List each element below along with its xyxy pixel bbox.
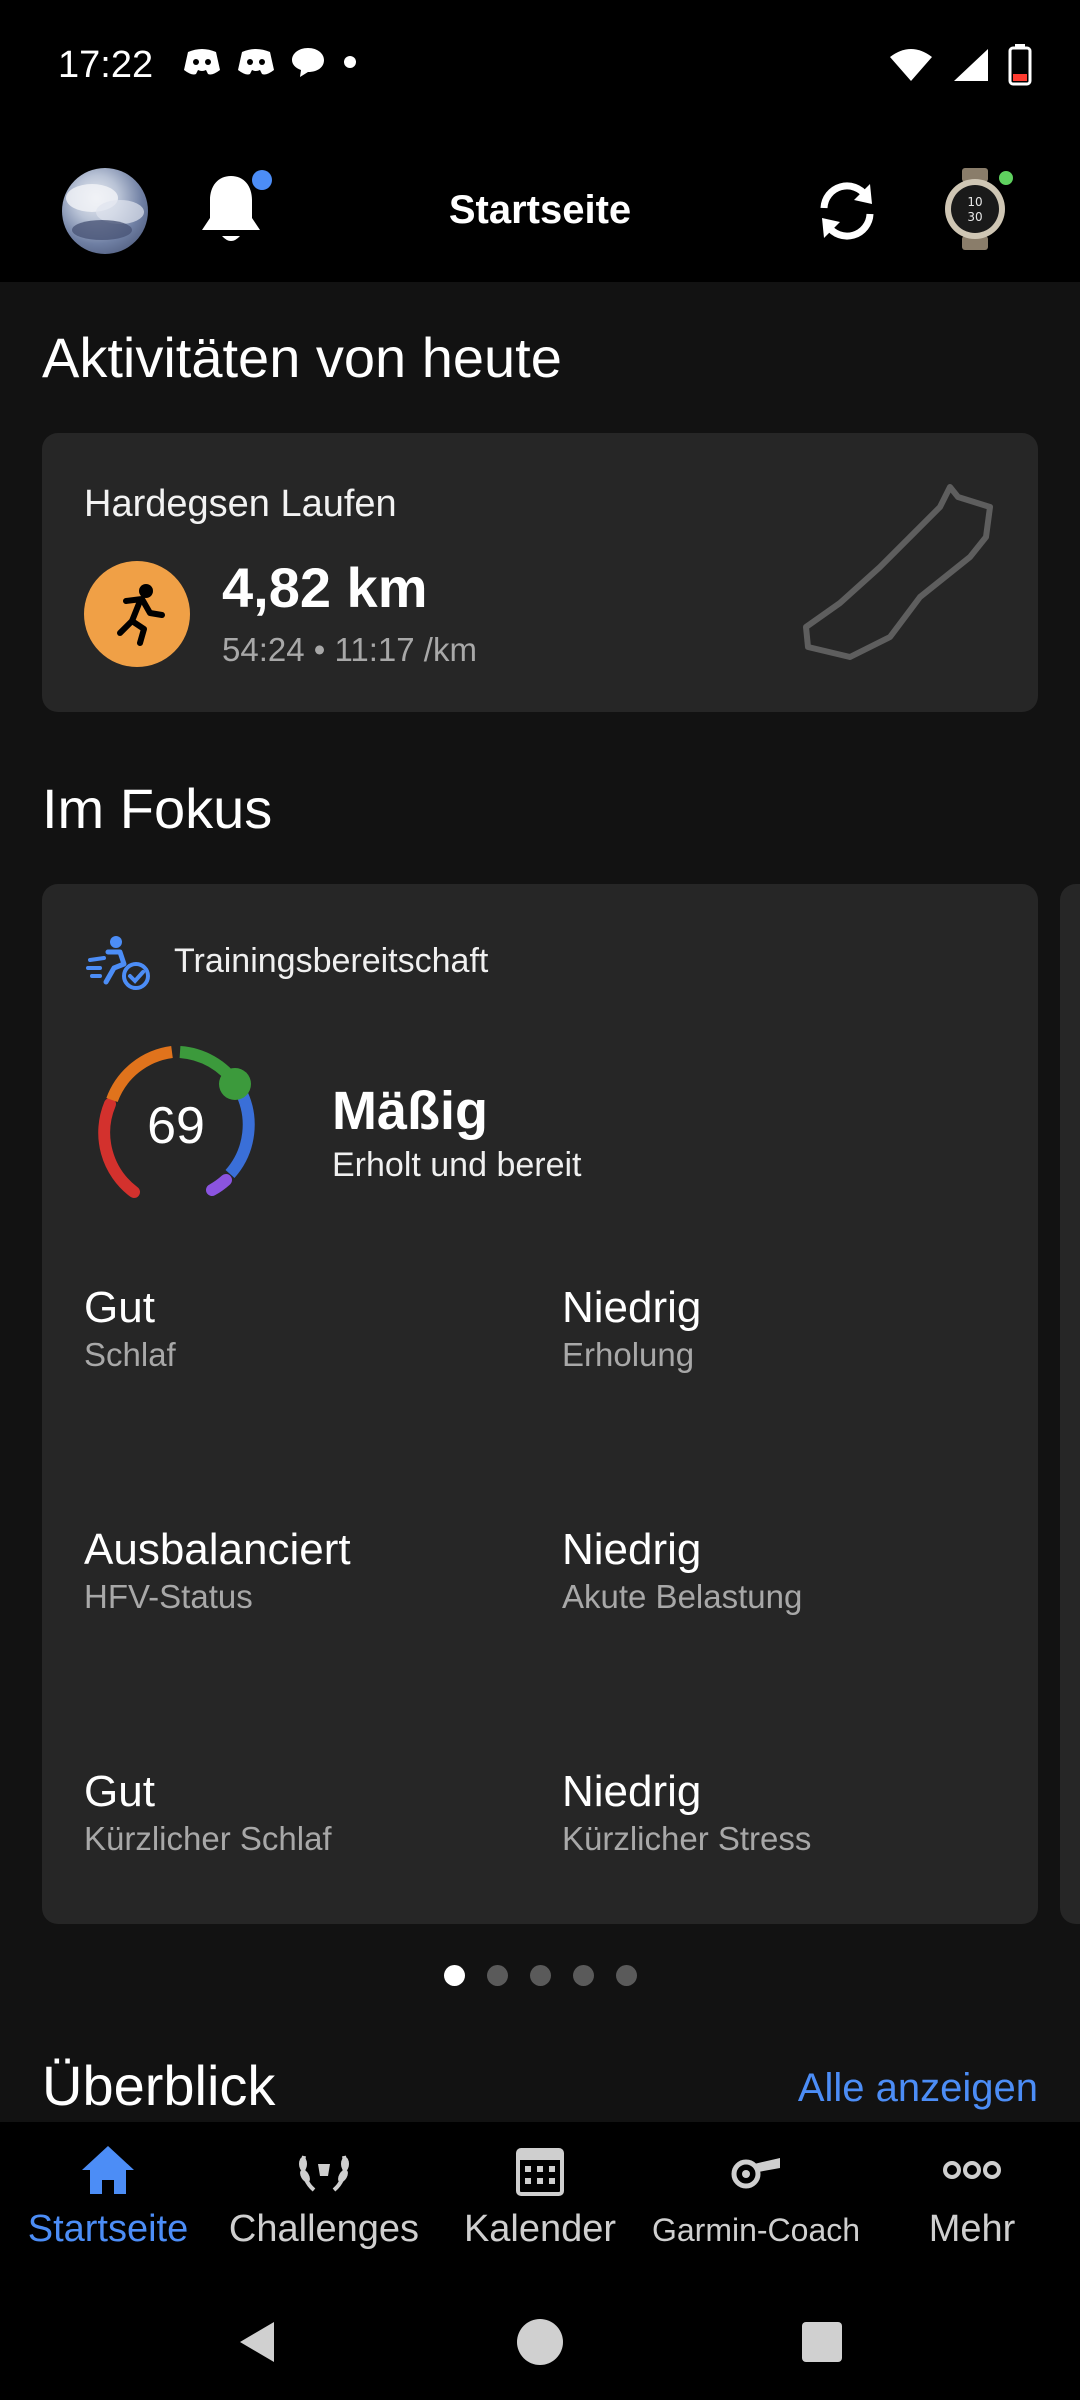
- recents-icon[interactable]: [792, 2312, 852, 2372]
- readiness-score: 69: [147, 1097, 205, 1155]
- card-title: Trainingsbereitschaft: [174, 942, 489, 980]
- section-title-focus: Im Fokus: [42, 777, 273, 840]
- calendar-icon: [516, 2148, 564, 2196]
- metric-recent-sleep: Gut Kürzlicher Schlaf: [84, 1767, 504, 1858]
- metric-value: Gut: [84, 1283, 155, 1332]
- home-icon: [82, 2146, 134, 2194]
- metric-label: Schlaf: [84, 1336, 176, 1374]
- pager-dot[interactable]: [615, 1965, 637, 1986]
- nav-label: Garmin-Coach: [651, 2212, 861, 2248]
- training-readiness-icon: [86, 936, 150, 990]
- device-connected-dot: [996, 168, 1016, 188]
- pager-dot[interactable]: [529, 1965, 551, 1986]
- chat-bubble-icon: [292, 48, 324, 77]
- pager-dot[interactable]: [443, 1965, 465, 1986]
- nav-item-challenges[interactable]: Challenges: [216, 2122, 432, 2280]
- metric-label: Akute Belastung: [562, 1578, 803, 1616]
- status-bar: 17:22: [0, 0, 1080, 134]
- sync-icon[interactable]: [810, 174, 884, 248]
- bottom-nav: Startseite Challenges Kalender Garmin-Co…: [0, 2122, 1080, 2280]
- back-icon[interactable]: [228, 2312, 288, 2372]
- pager-dot[interactable]: [572, 1965, 594, 1986]
- nav-item-garmin-coach[interactable]: Garmin-Coach: [648, 2122, 864, 2280]
- pager-dot[interactable]: [486, 1965, 508, 1986]
- running-icon: [84, 561, 190, 667]
- more-notifications-dot: [344, 56, 356, 68]
- metric-recent-stress: Niedrig Kürzlicher Stress: [562, 1767, 982, 1858]
- metric-hrv-status: Ausbalanciert HFV-Status: [84, 1525, 504, 1616]
- metric-value: Gut: [84, 1767, 155, 1816]
- app-header: Startseite 10 30: [0, 134, 1080, 282]
- wifi-icon: [890, 49, 932, 81]
- home-circle-icon[interactable]: [510, 2312, 570, 2372]
- nav-item-calendar[interactable]: Kalender: [432, 2122, 648, 2280]
- nav-label: Mehr: [928, 2208, 1016, 2250]
- nav-item-home[interactable]: Startseite: [0, 2122, 216, 2280]
- activity-meta: 54:24 • 11:17 /km: [222, 631, 477, 668]
- activity-name: Hardegsen Laufen: [84, 483, 397, 525]
- page-title: Startseite: [448, 188, 632, 232]
- activity-distance: 4,82 km: [222, 556, 428, 619]
- nav-label: Challenges: [228, 2208, 420, 2250]
- metric-recovery: Niedrig Erholung: [562, 1283, 982, 1374]
- nav-item-more[interactable]: Mehr: [864, 2122, 1080, 2280]
- readiness-level: Mäßig: [332, 1081, 488, 1141]
- activity-card[interactable]: Hardegsen Laufen 4,82 km 54:24 • 11:17 /…: [42, 433, 1038, 712]
- next-card-peek[interactable]: [1060, 884, 1080, 1924]
- metric-label: Kürzlicher Schlaf: [84, 1820, 332, 1858]
- carousel-pager[interactable]: [0, 1965, 1080, 1986]
- metric-value: Niedrig: [562, 1283, 702, 1332]
- metric-label: Kürzlicher Stress: [562, 1820, 812, 1858]
- route-map-thumbnail: [803, 484, 993, 660]
- training-readiness-card[interactable]: Trainingsbereitschaft 69 Mäßig Erholt un…: [42, 884, 1038, 1924]
- see-all-link[interactable]: Alle anzeigen: [798, 2066, 1038, 2111]
- section-title-today: Aktivitäten von heute: [42, 326, 562, 389]
- svg-text:30: 30: [967, 210, 982, 224]
- nav-label: Startseite: [27, 2208, 189, 2250]
- section-title-overview: Überblick: [42, 2054, 276, 2117]
- metric-value: Ausbalanciert: [84, 1525, 351, 1574]
- metric-acute-load: Niedrig Akute Belastung: [562, 1525, 982, 1616]
- system-nav-bar: [0, 2280, 1080, 2400]
- metric-sleep: Gut Schlaf: [84, 1283, 504, 1374]
- metric-label: HFV-Status: [84, 1578, 253, 1616]
- svg-text:10: 10: [967, 195, 982, 209]
- discord-icon: [238, 49, 274, 75]
- metric-value: Niedrig: [562, 1767, 702, 1816]
- status-icons: [888, 44, 1032, 86]
- laurel-icon: [299, 2155, 349, 2192]
- more-icon: [943, 2161, 1001, 2179]
- nav-label: Kalender: [463, 2208, 617, 2250]
- status-time: 17:22: [58, 44, 154, 86]
- notification-icons: [182, 46, 360, 78]
- metric-value: Niedrig: [562, 1525, 702, 1574]
- whistle-icon: [731, 2158, 780, 2189]
- notification-badge: [252, 170, 272, 190]
- discord-icon: [184, 49, 220, 75]
- readiness-description: Erholt und bereit: [332, 1146, 582, 1184]
- metric-label: Erholung: [562, 1336, 695, 1374]
- signal-icon: [954, 49, 988, 81]
- battery-icon: [1008, 44, 1032, 86]
